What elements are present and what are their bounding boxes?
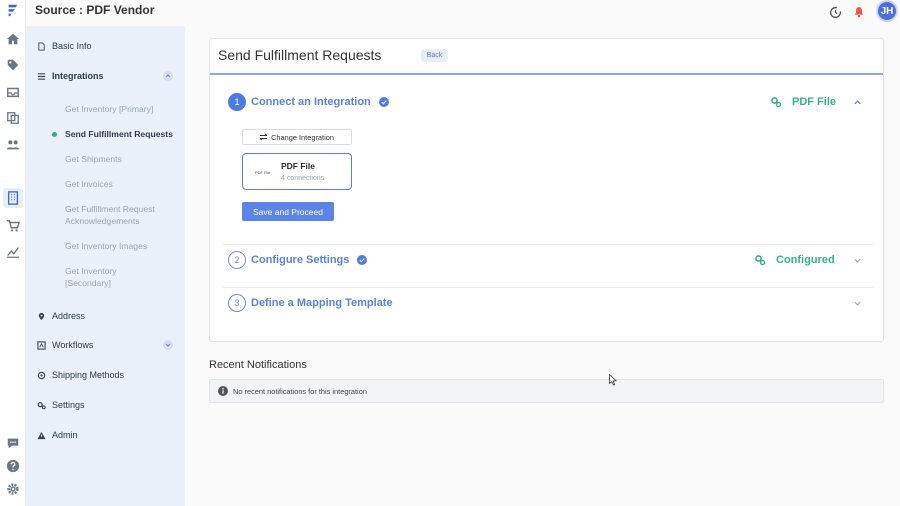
sidebar-item-label: Shipping Methods	[52, 370, 125, 380]
step-status: PDF File	[770, 96, 836, 108]
chevron-up-icon[interactable]	[853, 98, 862, 107]
step-label: Connect an Integration	[251, 96, 371, 108]
sidebar-item-label: Integrations	[52, 71, 104, 81]
sidebar-subitem-get-shipments[interactable]: Get Shipments	[65, 153, 122, 165]
gear-icon[interactable]	[3, 479, 23, 499]
step-status-label: Configured	[776, 254, 835, 266]
notifications-empty-text: No recent notifications for this integra…	[233, 387, 367, 396]
sidebar-item-label: Address	[52, 311, 86, 321]
document-icon	[38, 41, 45, 51]
sidebar-item-admin[interactable]: Admin	[37, 430, 78, 440]
list-icon	[37, 72, 46, 80]
chevron-down-icon[interactable]	[853, 299, 862, 308]
sidebar-item-workflows[interactable]: Workflows	[37, 340, 93, 350]
building-icon[interactable]	[3, 188, 23, 208]
sidebar: Basic Info Integrations Get Inventory [P…	[26, 26, 185, 506]
sidebar-item-settings[interactable]: Settings	[37, 400, 85, 410]
sidebar-item-label: Settings	[52, 400, 85, 410]
sidebar-subitem-get-fulfillment-request-acknowledgements[interactable]: Get Fulfillment Request Acknowledgements	[65, 203, 180, 227]
mouse-cursor-icon	[609, 374, 617, 386]
check-circle-icon	[378, 97, 389, 107]
activity-icon[interactable]	[826, 3, 844, 21]
change-integration-label: Change Integration	[271, 132, 334, 142]
divider	[223, 244, 873, 245]
page-title: Source : PDF Vendor	[35, 3, 154, 17]
cogs-icon	[771, 97, 782, 108]
step-connect-integration[interactable]: 1 Connect an Integration	[228, 93, 389, 111]
bell-icon[interactable]	[850, 3, 868, 21]
home-icon[interactable]	[3, 29, 23, 49]
top-bar: Source : PDF Vendor JH	[26, 0, 900, 26]
sidebar-item-label: Admin	[52, 430, 78, 440]
warning-icon	[37, 431, 46, 439]
workflow-icon	[37, 340, 46, 350]
cart-icon[interactable]	[3, 216, 23, 236]
sidebar-item-label: Basic Info	[52, 41, 92, 51]
info-icon	[218, 386, 228, 396]
change-integration-button[interactable]: Change Integration	[242, 129, 352, 145]
sidebar-item-shipping-methods[interactable]: Shipping Methods	[37, 370, 124, 380]
step-number: 3	[228, 294, 246, 312]
logo-icon[interactable]	[3, 0, 23, 20]
location-pin-icon	[38, 312, 45, 320]
cogs-icon	[755, 255, 766, 266]
card-title: Send Fulfillment Requests	[218, 47, 382, 63]
pdf-logo: PDF File	[255, 170, 271, 175]
swap-icon	[260, 133, 268, 141]
chevron-down-icon[interactable]	[853, 256, 862, 265]
sidebar-subitem-get-inventory-primary[interactable]: Get Inventory [Primary]	[65, 103, 153, 115]
back-button[interactable]: Back	[421, 49, 448, 62]
integration-card[interactable]: PDF File PDF File 4 connections	[242, 153, 352, 190]
notifications-box: No recent notifications for this integra…	[209, 379, 884, 403]
notifications-title: Recent Notifications	[209, 359, 307, 371]
sidebar-item-integrations[interactable]: Integrations	[37, 71, 104, 81]
step-status: Configured	[754, 254, 835, 266]
help-icon[interactable]	[3, 456, 23, 476]
integration-name: PDF File	[281, 161, 316, 171]
chart-icon[interactable]	[3, 242, 23, 262]
shipping-icon	[37, 371, 46, 379]
source-name: PDF Vendor	[86, 3, 155, 17]
sidebar-subitem-get-invoices[interactable]: Get Invoices	[65, 178, 113, 190]
icon-rail	[0, 0, 26, 506]
active-dot	[52, 132, 57, 137]
chat-icon[interactable]	[3, 433, 23, 453]
step-label: Configure Settings	[251, 254, 350, 266]
step-configure-settings[interactable]: 2 Configure Settings	[228, 251, 368, 269]
copy-icon[interactable]	[3, 108, 23, 128]
step-status-label: PDF File	[792, 96, 837, 108]
check-circle-icon	[357, 255, 368, 265]
chevron-down-icon[interactable]	[163, 340, 173, 350]
source-prefix: Source :	[35, 3, 84, 17]
sidebar-item-basic-info[interactable]: Basic Info	[37, 41, 92, 51]
card-header: Send Fulfillment Requests Back	[210, 39, 883, 75]
step-number: 1	[228, 93, 246, 111]
save-and-proceed-button[interactable]: Save and Proceed	[242, 202, 334, 221]
chevron-up-icon[interactable]	[163, 71, 173, 81]
sidebar-subitem-get-inventory-secondary[interactable]: Get Inventory [Secondary]	[65, 265, 145, 289]
sidebar-subitem-send-fulfillment-requests[interactable]: Send Fulfillment Requests	[65, 128, 173, 140]
step-label: Define a Mapping Template	[251, 297, 393, 309]
inbox-icon[interactable]	[3, 82, 23, 102]
sidebar-subitem-get-inventory-images[interactable]: Get Inventory Images	[65, 240, 147, 252]
cogs-icon	[37, 401, 46, 409]
sidebar-item-address[interactable]: Address	[37, 311, 85, 321]
step-number: 2	[228, 251, 246, 269]
users-icon[interactable]	[3, 135, 23, 155]
step-define-mapping[interactable]: 3 Define a Mapping Template	[228, 294, 393, 312]
integration-connections: 4 connections	[281, 175, 325, 182]
sidebar-item-label: Workflows	[52, 340, 94, 350]
tag-icon[interactable]	[3, 55, 23, 75]
fulfillment-card: Send Fulfillment Requests Back 1 Connect…	[209, 38, 884, 342]
avatar[interactable]: JH	[876, 0, 898, 22]
divider	[223, 287, 873, 288]
